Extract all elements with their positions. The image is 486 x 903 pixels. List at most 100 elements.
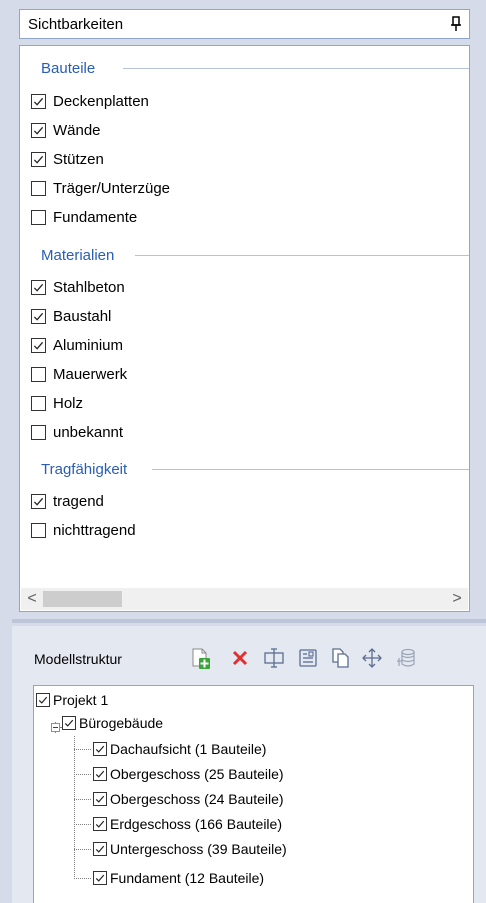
checkbox[interactable] bbox=[93, 767, 107, 781]
checkbox-row-traeger[interactable]: Träger/Unterzüge bbox=[31, 178, 170, 198]
group-header-tragfaehigkeit: Tragfähigkeit bbox=[41, 460, 128, 478]
checkbox[interactable] bbox=[31, 279, 46, 295]
checkbox[interactable] bbox=[62, 716, 76, 730]
tree-node-root[interactable]: Projekt 1 bbox=[36, 690, 108, 710]
checkbox[interactable] bbox=[31, 522, 46, 538]
group-divider bbox=[135, 255, 469, 256]
checkbox-label: unbekannt bbox=[53, 423, 124, 441]
stack-icon[interactable] bbox=[394, 646, 418, 670]
split-icon[interactable] bbox=[262, 646, 286, 670]
checkbox[interactable] bbox=[31, 209, 46, 225]
check-icon bbox=[95, 874, 105, 882]
check-icon bbox=[33, 283, 44, 292]
tree-node-floor[interactable]: Erdgeschoss (166 Bauteile) bbox=[93, 814, 282, 834]
checkbox-row-stahlbeton[interactable]: Stahlbeton bbox=[31, 277, 125, 297]
checkbox[interactable] bbox=[31, 337, 46, 353]
checkbox[interactable] bbox=[31, 395, 46, 411]
checkbox[interactable] bbox=[31, 93, 46, 109]
check-icon bbox=[33, 312, 44, 321]
check-icon bbox=[33, 341, 44, 350]
visibility-panel-title: Sichtbarkeiten bbox=[28, 16, 124, 33]
delete-icon[interactable] bbox=[228, 646, 252, 670]
add-document-icon[interactable] bbox=[188, 646, 212, 670]
properties-icon[interactable] bbox=[296, 646, 320, 670]
tree-node-label: Erdgeschoss (166 Bauteile) bbox=[110, 816, 282, 832]
checkbox[interactable] bbox=[31, 493, 46, 509]
checkbox[interactable] bbox=[93, 817, 107, 831]
checkbox-row-unbekannt[interactable]: unbekannt bbox=[31, 422, 123, 442]
scroll-left-button[interactable]: < bbox=[21, 588, 43, 610]
tree-node-label: Obergeschoss (25 Bauteile) bbox=[110, 766, 284, 782]
group-divider bbox=[152, 469, 469, 470]
move-icon[interactable] bbox=[360, 646, 384, 670]
checkbox-row-stuetzen[interactable]: Stützen bbox=[31, 149, 104, 169]
tree-connector bbox=[74, 799, 91, 800]
check-icon bbox=[95, 745, 105, 753]
check-icon bbox=[95, 845, 105, 853]
tree-connector bbox=[74, 749, 91, 750]
visibility-panel: Bauteile Deckenplatten Wände Stützen Trä… bbox=[19, 45, 470, 612]
checkbox[interactable] bbox=[31, 366, 46, 382]
pin-icon[interactable] bbox=[451, 16, 461, 32]
checkbox[interactable] bbox=[31, 424, 46, 440]
horizontal-scrollbar[interactable]: < > bbox=[21, 588, 468, 610]
group-divider bbox=[123, 68, 469, 69]
check-icon bbox=[33, 497, 44, 506]
tree-node-floor[interactable]: Obergeschoss (24 Bauteile) bbox=[93, 789, 284, 809]
check-icon bbox=[95, 820, 105, 828]
tree-node-label: Dachaufsicht (1 Bauteile) bbox=[110, 741, 267, 757]
tree-node-label: Bürogebäude bbox=[79, 715, 164, 731]
checkbox-row-deckenplatten[interactable]: Deckenplatten bbox=[31, 91, 149, 111]
checkbox-label: Wände bbox=[53, 121, 101, 139]
tree-node-floor[interactable]: Fundament (12 Bauteile) bbox=[93, 868, 264, 888]
checkbox[interactable] bbox=[31, 151, 46, 167]
checkbox-label: tragend bbox=[53, 492, 104, 510]
checkbox-row-waende[interactable]: Wände bbox=[31, 120, 101, 140]
check-icon bbox=[38, 696, 48, 704]
checkbox[interactable] bbox=[31, 180, 46, 196]
checkbox-label: Holz bbox=[53, 394, 84, 412]
tree-connector bbox=[74, 878, 91, 879]
tree-connector bbox=[74, 774, 91, 775]
checkbox-row-nichttragend[interactable]: nichttragend bbox=[31, 520, 136, 540]
checkbox-label: Stahlbeton bbox=[53, 278, 125, 296]
group-header-materialien: Materialien bbox=[41, 246, 115, 264]
scrollbar-thumb[interactable] bbox=[43, 591, 122, 607]
scroll-right-button[interactable]: > bbox=[446, 588, 468, 610]
checkbox-label: Fundamente bbox=[53, 208, 138, 226]
checkbox-row-fundamente[interactable]: Fundamente bbox=[31, 207, 137, 227]
tree-node-floor[interactable]: Obergeschoss (25 Bauteile) bbox=[93, 764, 284, 784]
tree-connector bbox=[74, 736, 75, 879]
panel-splitter[interactable] bbox=[12, 619, 486, 623]
group-header-bauteile: Bauteile bbox=[41, 59, 96, 77]
checkbox[interactable] bbox=[93, 871, 107, 885]
tree-node-label: Fundament (12 Bauteile) bbox=[110, 870, 265, 886]
checkbox[interactable] bbox=[93, 742, 107, 756]
checkbox[interactable] bbox=[31, 122, 46, 138]
checkbox-label: Deckenplatten bbox=[53, 92, 149, 110]
tree-node-floor[interactable]: Dachaufsicht (1 Bauteile) bbox=[93, 739, 266, 759]
check-icon bbox=[95, 770, 105, 778]
checkbox-row-baustahl[interactable]: Baustahl bbox=[31, 306, 111, 326]
checkbox-label: Baustahl bbox=[53, 307, 112, 325]
checkbox-row-tragend[interactable]: tragend bbox=[31, 491, 104, 511]
checkbox[interactable] bbox=[31, 308, 46, 324]
tree-node-floor[interactable]: Untergeschoss (39 Bauteile) bbox=[93, 839, 287, 859]
collapse-toggle-icon[interactable] bbox=[51, 723, 60, 732]
model-structure-title: Modellstruktur bbox=[34, 651, 122, 667]
checkbox[interactable] bbox=[93, 792, 107, 806]
check-icon bbox=[64, 719, 74, 727]
tree-connector bbox=[74, 849, 91, 850]
tree-connector bbox=[74, 824, 91, 825]
tree-node-label: Obergeschoss (24 Bauteile) bbox=[110, 791, 284, 807]
copy-icon[interactable] bbox=[328, 646, 352, 670]
checkbox-label: Mauerwerk bbox=[53, 365, 128, 383]
checkbox[interactable] bbox=[36, 693, 50, 707]
checkbox-row-holz[interactable]: Holz bbox=[31, 393, 83, 413]
checkbox-label: Aluminium bbox=[53, 336, 124, 354]
checkbox[interactable] bbox=[93, 842, 107, 856]
checkbox-row-mauerwerk[interactable]: Mauerwerk bbox=[31, 364, 127, 384]
checkbox-row-aluminium[interactable]: Aluminium bbox=[31, 335, 123, 355]
checkbox-label: Stützen bbox=[53, 150, 104, 168]
tree-node-building[interactable]: Bürogebäude bbox=[62, 713, 163, 733]
